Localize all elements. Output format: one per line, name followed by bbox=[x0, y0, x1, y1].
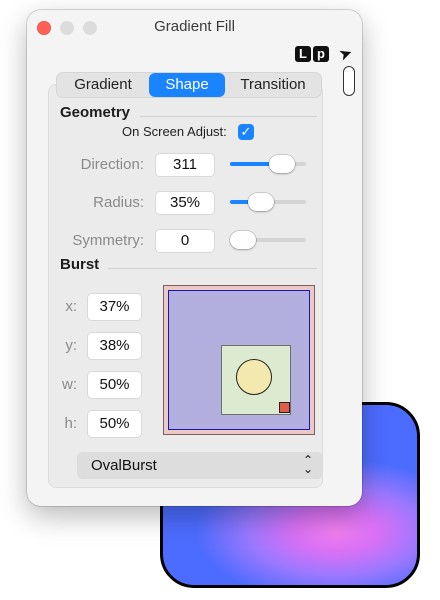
burst-h-label: h: bbox=[64, 415, 77, 432]
radius-field[interactable]: 35% bbox=[155, 191, 215, 215]
burst-h-field[interactable]: 50% bbox=[87, 410, 142, 438]
radius-slider[interactable] bbox=[230, 193, 306, 211]
gradient-fill-panel: Gradient Fill L p ➤ Gradient Shape Trans… bbox=[27, 10, 362, 506]
direction-field[interactable]: 311 bbox=[155, 153, 215, 177]
geometry-divider bbox=[140, 116, 317, 117]
burst-shape-select-value: OvalBurst bbox=[91, 457, 157, 474]
burst-x-label: x: bbox=[65, 298, 77, 315]
brand-logo-letter-p: p bbox=[313, 46, 329, 62]
tab-shape[interactable]: Shape bbox=[149, 73, 225, 97]
scroll-handle[interactable] bbox=[343, 66, 355, 96]
oval-burst-circle bbox=[236, 359, 272, 395]
direction-slider[interactable] bbox=[230, 155, 306, 173]
burst-y-field[interactable]: 38% bbox=[87, 332, 142, 360]
burst-resize-handle[interactable] bbox=[279, 402, 290, 413]
tab-transition[interactable]: Transition bbox=[225, 73, 321, 97]
brand-logo: L p bbox=[295, 46, 329, 62]
radius-label: Radius: bbox=[93, 194, 144, 211]
burst-bounds[interactable] bbox=[168, 290, 310, 430]
direction-label: Direction: bbox=[80, 156, 144, 173]
symmetry-slider[interactable] bbox=[230, 231, 306, 249]
tab-gradient[interactable]: Gradient bbox=[57, 73, 149, 97]
symmetry-field[interactable]: 0 bbox=[155, 229, 215, 253]
burst-divider bbox=[108, 268, 317, 269]
symmetry-slider-knob[interactable] bbox=[230, 231, 256, 249]
direction-slider-knob[interactable] bbox=[269, 155, 295, 173]
up-down-chevron-icon: ⌃ ⌄ bbox=[302, 453, 313, 476]
burst-diagram bbox=[163, 285, 315, 435]
on-screen-adjust-checkbox[interactable]: ✓ bbox=[238, 124, 254, 140]
burst-y-label: y: bbox=[65, 337, 77, 354]
checkmark-icon: ✓ bbox=[240, 124, 252, 139]
burst-section-title: Burst bbox=[60, 256, 100, 273]
tab-bar: Gradient Shape Transition bbox=[56, 72, 322, 98]
burst-shape-select[interactable]: OvalBurst ⌃ ⌄ bbox=[77, 452, 323, 479]
oval-burst-box[interactable] bbox=[221, 345, 291, 415]
brand-logo-letter-l: L bbox=[295, 46, 311, 62]
symmetry-label: Symmetry: bbox=[72, 232, 144, 249]
burst-w-label: w: bbox=[62, 376, 77, 393]
window-title: Gradient Fill bbox=[154, 18, 235, 35]
pointer-arrow-icon: ➤ bbox=[336, 44, 356, 65]
on-screen-adjust-label: On Screen Adjust: bbox=[122, 124, 227, 139]
burst-x-field[interactable]: 37% bbox=[87, 293, 142, 321]
radius-slider-knob[interactable] bbox=[247, 193, 274, 211]
geometry-section-title: Geometry bbox=[60, 104, 131, 121]
burst-w-field[interactable]: 50% bbox=[87, 371, 142, 399]
